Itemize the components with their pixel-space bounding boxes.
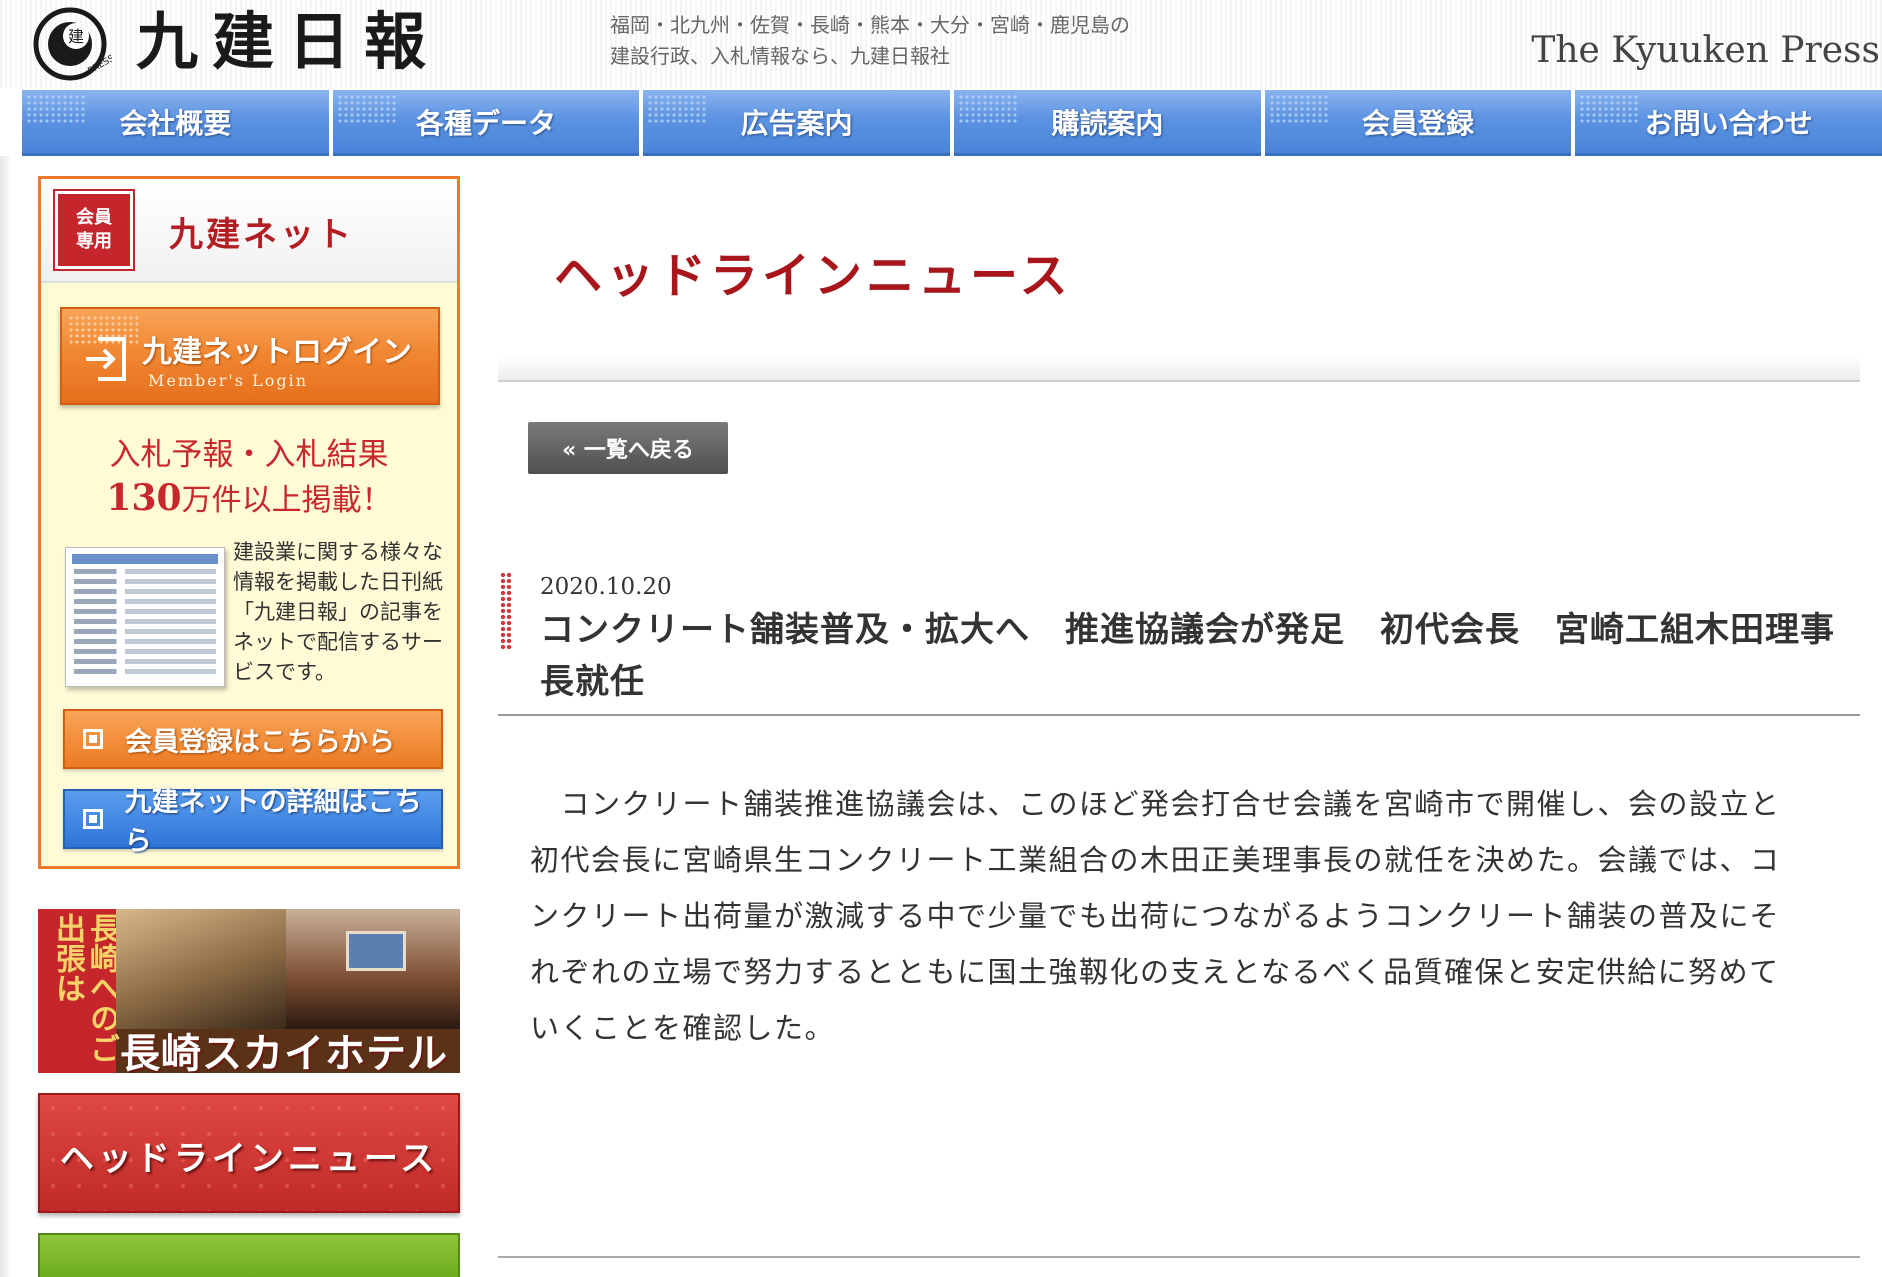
thumbnail-row <box>74 609 216 614</box>
hotel-ad-banner[interactable]: 長崎へのご出張は 長崎スカイホテルへ <box>38 909 460 1073</box>
nav-item-label: お問い合わせ <box>1644 106 1813 140</box>
site-header: 建 PRESS 九建日報 福岡・北九州・佐賀・長崎・熊本・大分・宮崎・鹿児島の … <box>0 0 1882 88</box>
members-only-badge: 会員 専用 <box>53 189 135 271</box>
service-details-label: 九建ネットの詳細はこちら <box>124 787 422 857</box>
headline-news-banner[interactable]: ヘッドラインニュース <box>38 1093 460 1213</box>
thumbnail-row <box>74 659 216 664</box>
nav-item-data[interactable]: 各種データ <box>332 90 640 156</box>
square-bullet-icon <box>83 729 103 749</box>
badge-line-1: 会員 <box>76 207 112 228</box>
site-tagline: 福岡・北九州・佐賀・長崎・熊本・大分・宮崎・鹿児島の 建設行政、入札情報なら、九… <box>610 10 1130 72</box>
thumbnail-row <box>74 639 216 644</box>
promo-count-text: 万件以上掲載！ <box>181 483 392 518</box>
tagline-line-2: 建設行政、入札情報なら、九建日報社 <box>610 44 950 68</box>
thumbnail-row <box>74 569 216 574</box>
thumbnail-row <box>74 579 216 584</box>
thumbnail-row <box>74 629 216 634</box>
member-panel-header: 会員専用 九建ネット <box>41 179 457 283</box>
service-details-button[interactable]: 九建ネットの詳細はこちら <box>63 787 443 857</box>
login-button-label: 九建ネットログイン <box>142 335 412 370</box>
back-to-list-button[interactable]: « 一覧へ戻る <box>528 422 728 474</box>
nav-item-register[interactable]: 会員登録 <box>1264 90 1572 156</box>
login-button-sublabel: Member's Login <box>148 371 308 390</box>
nav-item-label: 会員登録 <box>1362 106 1475 140</box>
press-name: The Kyuuken Press <box>1531 30 1880 71</box>
badge-line-2: 専用 <box>76 231 112 252</box>
article-date: 2020.10.20 <box>540 574 672 600</box>
nav-item-advertising[interactable]: 広告案内 <box>643 90 951 156</box>
register-button[interactable]: 会員登録はこちらから <box>63 709 443 769</box>
square-bullet-icon <box>83 809 103 829</box>
headline-banner-label: ヘッドラインニュース <box>59 1139 439 1179</box>
article-divider <box>498 714 1860 716</box>
thumbnail-header-bar <box>72 554 218 564</box>
nav-item-label: 各種データ <box>416 106 557 140</box>
hotel-banner-text: 長崎スカイホテルへ <box>120 1031 448 1073</box>
title-divider <box>498 356 1860 382</box>
press-logo-icon[interactable]: 建 PRESS <box>32 6 112 82</box>
nav-dots-decoration <box>26 94 86 124</box>
nav-item-company[interactable]: 会社概要 <box>22 90 329 156</box>
thumbnail-row <box>74 619 216 624</box>
nav-dots-decoration <box>1268 94 1329 124</box>
nav-item-label: 購読案内 <box>1051 106 1164 140</box>
service-screenshot-thumbnail <box>65 547 225 687</box>
site-logo-text[interactable]: 九建日報 <box>136 2 440 82</box>
nav-dots-decoration <box>647 94 708 124</box>
tagline-line-1: 福岡・北九州・佐賀・長崎・熊本・大分・宮崎・鹿児島の <box>610 13 1130 37</box>
green-banner[interactable] <box>38 1233 460 1277</box>
nav-dots-decoration <box>958 94 1019 124</box>
thumbnail-row <box>74 599 216 604</box>
article-marker-icon <box>500 572 512 650</box>
hotel-banner-vertical-text: 長崎へのご出張は <box>50 913 119 1063</box>
promo-count: 130万件以上掲載！ <box>41 475 457 519</box>
nav-item-label: 会社概要 <box>119 106 232 140</box>
member-panel: 会員専用 九建ネット 九建ネットログイン Member's Login 入札予報… <box>38 176 460 869</box>
member-login-button[interactable]: 九建ネットログイン Member's Login <box>60 307 440 405</box>
hotel-lobby-photo <box>116 909 286 1029</box>
nav-dots-decoration <box>336 94 397 124</box>
service-description: 建設業に関する様々な情報を掲載した日刊紙「九建日報」の記事をネットで配信するサー… <box>233 540 443 684</box>
register-button-label: 会員登録はこちらから <box>125 726 395 758</box>
nav-dots-decoration <box>1579 94 1640 124</box>
content-bottom-divider <box>498 1256 1860 1258</box>
nav-item-subscription[interactable]: 購読案内 <box>954 90 1261 156</box>
nav-item-label: 広告案内 <box>740 106 853 140</box>
hotel-room-photo <box>286 909 460 1029</box>
article-body: コンクリート舗装推進協議会は、このほど発会打合せ会議を宮崎市で開催し、会の設立と… <box>530 787 1781 1045</box>
page-edge-shadow <box>0 156 10 1277</box>
global-nav: 会社概要 各種データ 広告案内 購読案内 会員登録 お問い合わせ <box>22 90 1882 156</box>
promo-headline: 入札予報・入札結果 <box>109 437 389 473</box>
nav-item-contact[interactable]: お問い合わせ <box>1575 90 1882 156</box>
promo-count-number: 130 <box>106 477 182 519</box>
page-title: ヘッドラインニュース <box>554 248 1072 304</box>
thumbnail-row <box>74 669 216 674</box>
logo-badge-text: 建 <box>68 27 84 46</box>
thumbnail-row <box>74 589 216 594</box>
login-arrow-icon <box>86 337 126 381</box>
article-title: コンクリート舗装普及・拡大へ 推進協議会が発足 初代会長 宮崎工組木田理事長就任 <box>540 610 1835 702</box>
thumbnail-row <box>74 649 216 654</box>
hotel-window <box>346 931 406 971</box>
member-panel-title: 九建ネット <box>169 215 354 255</box>
